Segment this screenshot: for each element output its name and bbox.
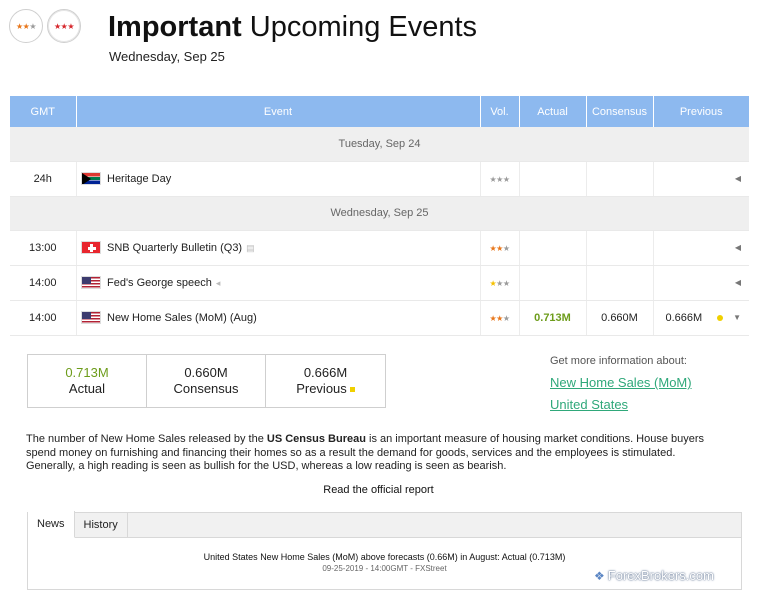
column-consensus[interactable]: Consensus: [586, 96, 654, 127]
summary-consensus-value: 0.660M: [184, 365, 228, 380]
watermark-text: ForexBrokers.com: [607, 568, 714, 583]
summary-actual-value: 0.713M: [65, 365, 109, 380]
event-actual: 0.713M: [534, 311, 571, 324]
event-name[interactable]: Fed's George speech: [107, 277, 212, 289]
news-headline[interactable]: United States New Home Sales (MoM) above…: [28, 552, 741, 562]
event-description: The number of New Home Sales released by…: [26, 433, 705, 472]
report-icon: ▤: [246, 242, 255, 253]
stars-icon: ★★★: [53, 21, 75, 31]
volatility-stars-icon: ★★★: [489, 278, 510, 288]
event-consensus: [586, 265, 654, 301]
event-time: 13:00: [10, 230, 77, 266]
event-consensus: [586, 230, 654, 266]
indicator-link[interactable]: New Home Sales (MoM): [550, 375, 692, 390]
summary-actual: 0.713M Actual: [28, 355, 147, 407]
event-actual: [519, 161, 587, 197]
summary-previous-label: Previous: [296, 381, 347, 396]
tab-history[interactable]: History: [75, 512, 128, 537]
volatility-stars-icon: ★★★: [489, 313, 510, 323]
tab-news[interactable]: News: [28, 511, 75, 538]
event-actual: [519, 230, 587, 266]
event-time: 24h: [10, 161, 77, 197]
summary-previous-value: 0.666M: [303, 365, 348, 380]
events-table: GMT Event Vol. Actual Consensus Previous…: [10, 96, 749, 336]
country-link[interactable]: United States: [550, 397, 692, 412]
more-info: Get more information about: New Home Sal…: [550, 355, 692, 412]
event-name[interactable]: Heritage Day: [107, 173, 171, 185]
south-africa-flag-icon: [80, 172, 101, 185]
column-vol[interactable]: Vol.: [480, 96, 520, 127]
event-consensus: 0.660M: [586, 300, 654, 336]
expand-left-icon[interactable]: ◀: [735, 278, 741, 287]
volatility-stars-icon: ★★★: [489, 243, 510, 253]
table-row[interactable]: 14:00 Fed's George speech ◂ ★★★ ◀: [10, 265, 749, 301]
summary-consensus: 0.660M Consensus: [147, 355, 266, 407]
table-row-selected[interactable]: 14:00 New Home Sales (MoM) (Aug) ★★★ 0.7…: [10, 300, 749, 336]
summary-consensus-label: Consensus: [173, 381, 239, 396]
expand-left-icon[interactable]: ◀: [735, 243, 741, 252]
date-separator: Tuesday, Sep 24: [10, 127, 749, 162]
speech-icon: ◂: [215, 277, 221, 288]
stars-icon: ★★★: [15, 21, 36, 31]
watermark: ❖ ForexBrokers.com: [594, 568, 714, 583]
filter-two-star-button[interactable]: ★★★: [9, 9, 43, 43]
tab-bar: News History: [28, 511, 741, 538]
column-previous[interactable]: Previous: [653, 96, 749, 127]
event-actual: [519, 265, 587, 301]
event-previous: 0.666M: [665, 311, 703, 324]
summary-previous: 0.666M Previous: [266, 355, 385, 407]
event-time: 14:00: [10, 265, 77, 301]
event-time: 14:00: [10, 300, 77, 336]
volatility-filters: ★★★ ★★★: [9, 9, 81, 43]
table-header: GMT Event Vol. Actual Consensus Previous: [10, 96, 749, 127]
volatility-stars-icon: ★★★: [489, 174, 510, 184]
page-title: Important Upcoming Events: [108, 11, 478, 43]
revision-dot-icon: [349, 387, 355, 393]
collapse-down-icon[interactable]: ▼: [733, 313, 741, 322]
column-gmt[interactable]: GMT: [10, 96, 77, 127]
read-report-link[interactable]: Read the official report: [0, 484, 757, 496]
table-row[interactable]: 13:00 SNB Quarterly Bulletin (Q3) ▤ ★★★ ◀: [10, 230, 749, 266]
filter-three-star-button[interactable]: ★★★: [47, 9, 81, 43]
table-row[interactable]: 24h Heritage Day ★★★ ◀: [10, 161, 749, 197]
column-event[interactable]: Event: [76, 96, 481, 127]
source-name: US Census Bureau: [266, 433, 366, 445]
usa-flag-icon: [80, 311, 101, 324]
column-actual[interactable]: Actual: [519, 96, 587, 127]
expand-left-icon[interactable]: ◀: [735, 174, 741, 183]
date-separator: Wednesday, Sep 25: [10, 196, 749, 231]
page-date: Wednesday, Sep 25: [109, 49, 225, 64]
usa-flag-icon: [80, 276, 101, 289]
switzerland-flag-icon: [80, 241, 101, 254]
date-label: Wednesday, Sep 25: [10, 196, 749, 231]
more-info-label: Get more information about:: [550, 355, 687, 367]
date-label: Tuesday, Sep 24: [10, 127, 749, 162]
event-summary: 0.713M Actual 0.660M Consensus 0.666M Pr…: [27, 354, 386, 408]
event-consensus: [586, 161, 654, 197]
revision-dot-icon: [717, 314, 724, 321]
event-name[interactable]: New Home Sales (MoM) (Aug): [107, 312, 257, 324]
logo-icon: ❖: [594, 568, 605, 583]
summary-actual-label: Actual: [68, 381, 106, 396]
event-name[interactable]: SNB Quarterly Bulletin (Q3): [107, 242, 242, 254]
